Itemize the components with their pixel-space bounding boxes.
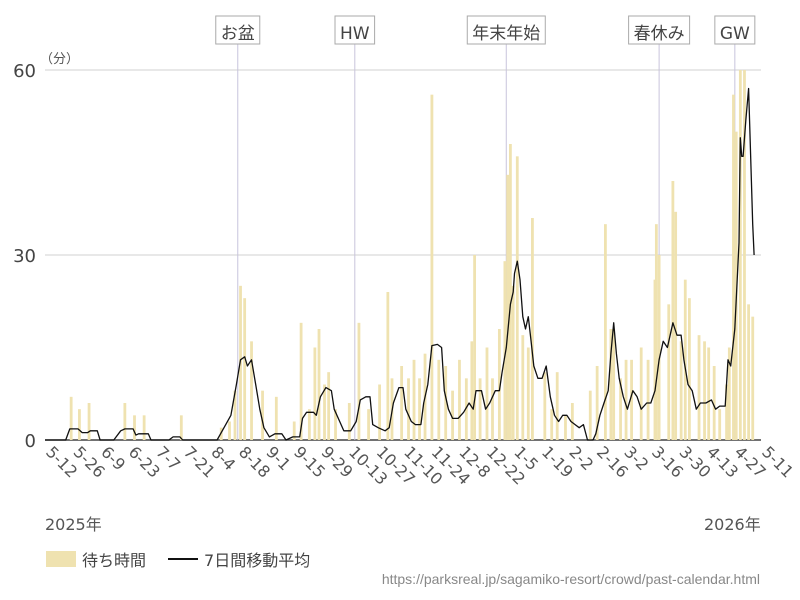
wait-bar: [639, 347, 643, 440]
wait-bar: [123, 403, 127, 440]
wait-bar: [437, 359, 441, 440]
legend-line-swatch: [168, 558, 199, 560]
wait-bar: [87, 403, 91, 440]
x-tick-label: 9-15: [290, 442, 329, 481]
wait-bar: [386, 292, 390, 440]
event-label: GW: [714, 15, 756, 45]
wait-bar: [133, 415, 136, 440]
wait-bar: [604, 224, 607, 440]
wait-bar: [313, 347, 317, 440]
x-tick-label: 8-18: [235, 442, 274, 481]
x-tick-label: 1-19: [538, 442, 577, 481]
wait-bar: [142, 415, 146, 440]
y-tick-label: 0: [25, 431, 36, 452]
wait-bar: [667, 304, 671, 440]
x-tick-label: 3-16: [648, 442, 687, 481]
wait-bar: [378, 384, 381, 440]
wait-bar: [624, 359, 628, 440]
wait-bar: [470, 341, 474, 440]
x-tick-label: 2-16: [593, 442, 632, 481]
wait-bar: [243, 298, 247, 440]
event-label-text: HW: [340, 24, 370, 44]
wait-bar: [531, 218, 534, 440]
wait-bar: [564, 415, 567, 440]
wait-bar: [250, 341, 253, 440]
y-unit-label: （分）: [40, 52, 79, 67]
y-tick-label: 30: [13, 246, 36, 267]
event-label: お盆: [215, 15, 261, 45]
event-label-text: お盆: [221, 24, 255, 44]
wait-bar: [707, 347, 711, 440]
source-url: https://parksreal.jp/sagamiko-resort/cro…: [381, 571, 760, 587]
wait-bar: [747, 304, 751, 440]
wait-bar: [407, 378, 410, 440]
wait-bar: [703, 341, 706, 440]
wait-bar: [323, 384, 326, 440]
wait-bar: [550, 409, 554, 440]
year-label-start: 2025年: [45, 515, 102, 534]
wait-bar: [671, 181, 675, 440]
wait-bar: [515, 156, 519, 441]
x-tick-label: 5-12: [42, 442, 81, 481]
wait-bar: [588, 390, 592, 440]
wait-bar: [506, 174, 510, 441]
event-label-text: GW: [720, 24, 750, 44]
wait-bar: [555, 372, 559, 440]
event-label: 年末年始: [466, 15, 546, 45]
wait-bar: [412, 359, 416, 440]
wait-bar: [543, 372, 547, 440]
legend-line-label: 7日間移動平均: [204, 551, 311, 570]
wait-bar: [491, 378, 494, 440]
y-axis-ticks: 0 30 60: [13, 61, 36, 452]
wait-bar: [327, 372, 331, 440]
wait-bar: [78, 409, 81, 440]
wait-bar: [732, 94, 735, 441]
event-labels: お盆 HW 年末年始 春休み GW: [215, 15, 756, 45]
wait-bar: [478, 378, 482, 440]
wait-bar: [526, 347, 530, 440]
y-tick-label: 60: [13, 61, 36, 82]
wait-bar: [697, 335, 701, 440]
wait-bar: [317, 329, 321, 440]
chart: 0 30 60 （分） 5-125-266-96-237-77-218-48-189…: [13, 15, 797, 489]
event-label: HW: [334, 15, 376, 45]
wait-bar: [751, 316, 755, 440]
wait-bar: [400, 366, 404, 440]
legend-bar-swatch: [46, 551, 76, 567]
wait-bar: [646, 359, 650, 440]
wait-bar: [458, 359, 461, 440]
event-label: 春休み: [628, 15, 691, 45]
x-tick-label: 6-23: [125, 442, 164, 481]
event-label-text: 春休み: [634, 24, 685, 44]
x-tick-label: 7-21: [180, 442, 219, 481]
wait-bar: [228, 421, 231, 440]
legend: 待ち時間 7日間移動平均: [46, 548, 310, 570]
year-label-end: 2026年: [704, 515, 761, 534]
wait-bar: [179, 415, 183, 440]
wait-bar: [688, 298, 691, 440]
wait-bar: [654, 224, 658, 440]
wait-bar: [418, 378, 421, 440]
wait-bar: [509, 144, 512, 440]
wait-bar: [485, 347, 489, 440]
wait-bar: [473, 255, 476, 440]
wait-bar: [307, 409, 311, 440]
wait-bar: [657, 255, 661, 440]
legend-bar-label: 待ち時間: [82, 551, 147, 570]
x-axis-ticks: 5-125-266-96-237-77-218-48-189-19-159-29…: [42, 442, 797, 488]
wait-bar: [674, 211, 678, 440]
wait-bar: [521, 335, 525, 440]
wait-bar: [718, 409, 722, 440]
wait-bar: [347, 403, 351, 440]
wait-bar: [430, 94, 434, 441]
wait-bar: [511, 285, 515, 440]
wait-bar: [69, 396, 73, 440]
event-label-text: 年末年始: [472, 24, 540, 44]
wait-bar: [738, 70, 742, 440]
wait-bar: [367, 409, 370, 440]
wait-bar: [357, 322, 361, 440]
wait-bar: [679, 341, 683, 440]
wait-bar: [612, 329, 616, 440]
